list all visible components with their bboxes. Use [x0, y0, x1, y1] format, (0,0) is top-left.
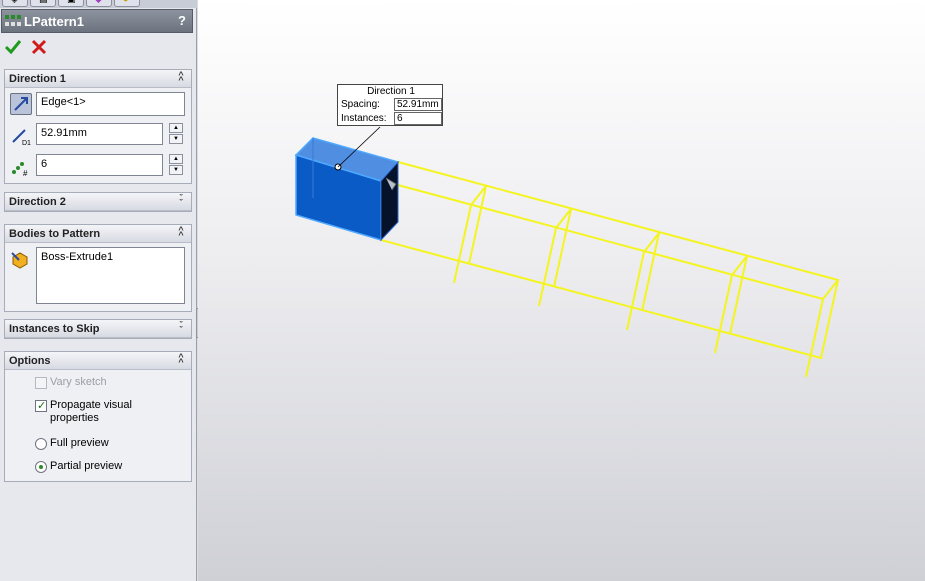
callout-instances-row: Instances:	[341, 113, 387, 124]
seed-extrude-body[interactable]	[294, 137, 400, 242]
direction1-header[interactable]: Direction 1 ^ ^	[5, 70, 191, 88]
direction2-header[interactable]: Direction 2 ˇˇ	[5, 193, 191, 211]
feature-title: LPattern1	[24, 14, 84, 29]
chevron-up-icon[interactable]: ^ ^	[176, 71, 186, 85]
reverse-direction-button[interactable]	[10, 93, 32, 115]
ok-checkmark-button[interactable]	[4, 38, 22, 56]
instances-count-icon: #	[10, 156, 32, 178]
manager-tab-strip: ◈ ▤ ▣ ◆ ●	[0, 0, 197, 8]
property-manager-tab[interactable]: ▤	[30, 0, 56, 7]
solid-body-icon	[10, 249, 32, 271]
direction1-edge-field[interactable]: Edge<1>	[36, 92, 185, 116]
reverse-direction-icon	[14, 97, 28, 111]
full-preview-label: Full preview	[50, 437, 109, 449]
dimxpert-icon: ◆	[95, 0, 102, 4]
feature-manager-tab[interactable]: ◈	[2, 0, 28, 7]
configuration-manager-tab[interactable]: ▣	[58, 0, 84, 7]
radio-selected-dot	[39, 465, 43, 469]
direction2-group[interactable]: Direction 2 ˇˇ	[4, 192, 192, 212]
model-scene[interactable]	[198, 0, 925, 581]
chevron-up-icon[interactable]: ^ ^	[176, 353, 186, 367]
dimxpert-tab[interactable]: ◆	[86, 0, 112, 7]
pattern-preview-wireframe	[379, 160, 840, 378]
display-manager-tab[interactable]: ●	[114, 0, 140, 7]
options-group: Options ^ ^ Vary sketch ✓ Propagate visua…	[4, 351, 192, 482]
direction1-callout[interactable]: Direction 1 Spacing: 52.91mm Instances: …	[337, 84, 443, 126]
callout-spacing-label: Spacing:	[341, 99, 380, 110]
configuration-icon: ▣	[67, 0, 76, 4]
svg-text:#: #	[23, 169, 28, 178]
options-label: Options	[9, 355, 51, 367]
property-manager-panel: ◈ ▤ ▣ ◆ ● LPattern1 ? Direction 1 ^^ Edg…	[0, 0, 197, 581]
direction2-label: Direction 2	[9, 196, 66, 208]
bodies-group: Bodies to Pattern ^ ^ Boss-Extrude1	[4, 224, 192, 312]
options-header[interactable]: Options ^ ^	[5, 352, 191, 370]
instances-to-skip-header[interactable]: Instances to Skip ˇˇ	[5, 320, 191, 338]
vary-sketch-label: Vary sketch	[50, 376, 107, 388]
display-icon: ●	[123, 0, 128, 4]
instances-input[interactable]: 6	[36, 154, 163, 176]
chevron-down-icon[interactable]: ˇˇ	[176, 194, 186, 208]
partial-preview-radio[interactable]	[35, 461, 47, 473]
linear-pattern-icon	[5, 15, 21, 26]
spacing-input[interactable]: 52.91mm	[36, 123, 163, 145]
feature-tree-icon: ◈	[11, 0, 18, 4]
checkmark-icon: ✓	[37, 400, 47, 412]
chevron-up-icon[interactable]: ^ ^	[176, 226, 186, 240]
propagate-visual-label: Propagate visual properties	[50, 399, 132, 424]
callout-spacing-row: Spacing:	[341, 99, 380, 110]
instances-to-skip-label: Instances to Skip	[9, 323, 100, 335]
instances-to-skip-group[interactable]: Instances to Skip ˇˇ	[4, 319, 192, 339]
callout-spacing-value[interactable]: 52.91mm	[394, 98, 442, 111]
bodies-list[interactable]: Boss-Extrude1	[36, 247, 185, 304]
callout-title: Direction 1	[367, 86, 415, 97]
spacing-spinner[interactable]: ▲ ▼	[169, 123, 183, 145]
bodies-label: Bodies to Pattern	[9, 228, 101, 240]
spacing-dimension-icon: D1	[10, 125, 32, 147]
cancel-x-button[interactable]	[30, 38, 48, 56]
bodies-header[interactable]: Bodies to Pattern ^ ^	[5, 225, 191, 243]
propagate-visual-checkbox[interactable]: ✓	[35, 400, 47, 412]
bodies-list-item[interactable]: Boss-Extrude1	[41, 251, 180, 263]
partial-preview-label: Partial preview	[50, 460, 123, 472]
properties-icon: ▤	[39, 0, 48, 4]
direction1-label: Direction 1	[9, 73, 66, 85]
svg-text:D1: D1	[22, 140, 31, 147]
callout-instances-value[interactable]: 6	[394, 112, 442, 125]
direction1-group: Direction 1 ^ ^ Edge<1> D1 52.91mm ▲ ▼ # 6…	[4, 69, 192, 184]
feature-titlebar: LPattern1 ?	[1, 9, 193, 33]
help-button[interactable]: ?	[178, 13, 186, 28]
instances-spinner[interactable]: ▲ ▼	[169, 154, 183, 176]
graphics-viewport[interactable]: Direction 1 Spacing: 52.91mm Instances: …	[198, 0, 925, 581]
callout-instances-label: Instances:	[341, 113, 387, 124]
chevron-down-icon[interactable]: ˇˇ	[176, 321, 186, 335]
full-preview-radio[interactable]	[35, 438, 47, 450]
vary-sketch-checkbox	[35, 377, 47, 389]
